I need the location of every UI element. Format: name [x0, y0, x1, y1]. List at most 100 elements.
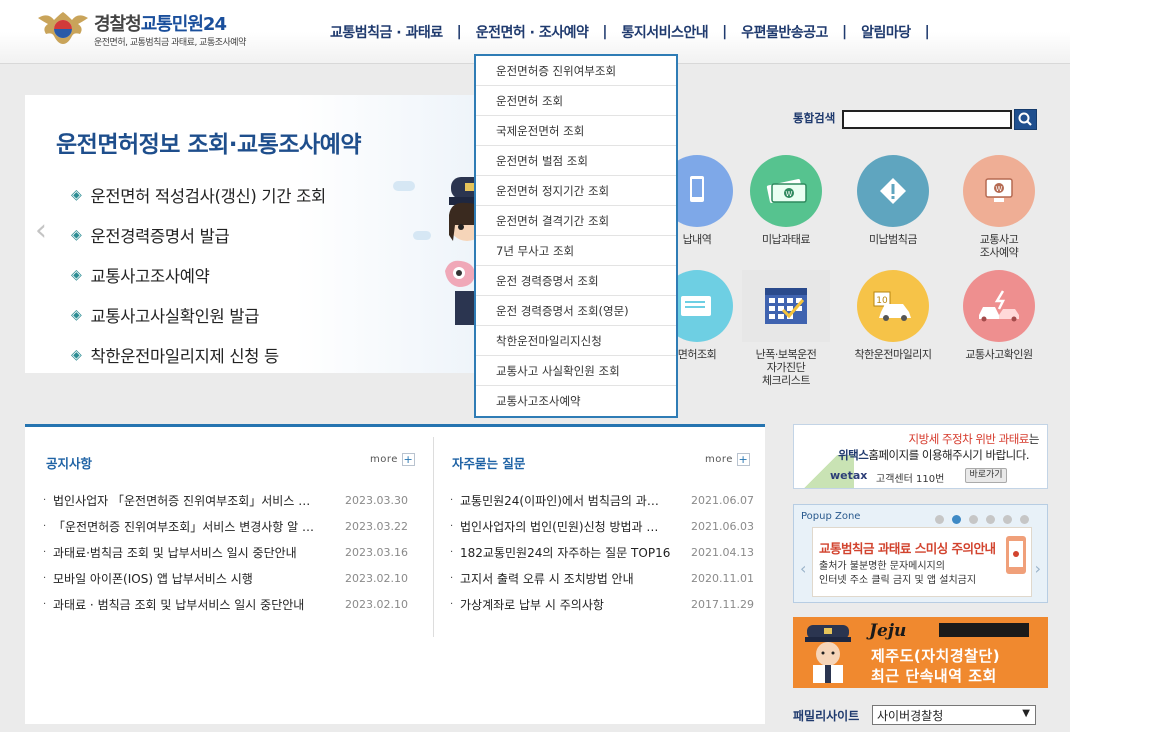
quick-unpaid-penalty[interactable]: 미납범칙금 — [839, 155, 947, 246]
faq-title[interactable]: 자주묻는 질문 — [452, 453, 525, 472]
faq-item-title: 가상계좌로 납부 시 주의사항 — [460, 597, 604, 612]
dropdown-item[interactable]: 운전면허 정지기간 조회 — [476, 176, 676, 206]
notice-item[interactable]: · 과태료·범칙금 조회 및 납부서비스 일시 중단안내 2023.03.16 — [43, 539, 418, 565]
dropdown-item[interactable]: 운전 경력증명서 조회 — [476, 266, 676, 296]
more-label: more — [705, 454, 733, 465]
hero-prev-arrow-icon[interactable]: ‹ — [35, 213, 47, 248]
hero-service-item[interactable]: ◈ 교통사고사실확인원 발급 — [71, 295, 326, 335]
bullet-icon: · — [450, 494, 454, 506]
pager-dot[interactable] — [935, 515, 944, 524]
notice-item[interactable]: · 모바일 아이폰(IOS) 앱 납부서비스 시행 2023.02.10 — [43, 565, 418, 591]
faq-item[interactable]: · 가상계좌로 납부 시 주의사항 2017.11.29 — [450, 591, 755, 617]
quick-good-driving-mileage[interactable]: 10 착한운전마일리지 — [839, 270, 947, 361]
faq-more-button[interactable]: more + — [705, 453, 750, 466]
nav-license[interactable]: 운전면허 · 조사예약 — [476, 22, 589, 42]
bullet-icon: · — [450, 546, 454, 558]
faq-item[interactable]: · 182교통민원24의 자주하는 질문 TOP16 2021.04.13 — [450, 539, 755, 565]
nav-notice-board[interactable]: 알림마당 — [861, 22, 911, 42]
quick-accident-reservation[interactable]: W 교통사고 조사예약 — [945, 155, 1053, 259]
crash-icon — [979, 290, 1019, 322]
pager-dot[interactable] — [1020, 515, 1029, 524]
notice-item[interactable]: · 법인사업자 「운전면허증 진위여부조회」서비스 … 2023.03.30 — [43, 487, 418, 513]
popup-headline: 교통범칙금 과태료 스미싱 주의안내 — [819, 541, 996, 556]
nav-separator: | — [456, 24, 462, 40]
popup-next-arrow-icon[interactable]: › — [1035, 559, 1041, 578]
popup-zone-pager — [927, 515, 1029, 524]
quick-accident-certificate[interactable]: 교통사고확인원 — [945, 270, 1053, 361]
nav-notification[interactable]: 통지서비스안내 — [621, 22, 708, 42]
smartphone-icon — [1006, 536, 1026, 574]
quick-unpaid-fines[interactable]: W 미납과태료 — [732, 155, 840, 246]
faq-item[interactable]: · 고지서 출력 오류 시 조치방법 안내 2020.11.01 — [450, 565, 755, 591]
dropdown-item[interactable]: 교통사고조사예약 — [476, 386, 676, 416]
faq-item-date: 2021.06.07 — [691, 493, 754, 507]
wetax-banner[interactable]: 지방세 주정차 위반 과태료는 위택스홈페이지를 이용해주시기 바랍니다. we… — [793, 424, 1048, 489]
notice-item-title: 모바일 아이폰(IOS) 앱 납부서비스 시행 — [53, 571, 253, 586]
org-name-blue: 교통민원24 — [140, 14, 227, 35]
faq-item-title: 법인사업자의 법인(민원)신청 방법과 … — [460, 519, 659, 534]
notice-more-button[interactable]: more + — [370, 453, 415, 466]
nav-fines[interactable]: 교통범칙금 · 과태료 — [330, 22, 443, 42]
pager-dot[interactable] — [1003, 515, 1012, 524]
faq-item[interactable]: · 법인사업자의 법인(민원)신청 방법과 … 2021.06.03 — [450, 513, 755, 539]
notice-title[interactable]: 공지사항 — [46, 453, 92, 472]
popup-zone-slide[interactable]: 교통범칙금 과태료 스미싱 주의안내 출처가 불분명한 문자메시지의 인터넷 주소… — [812, 527, 1032, 597]
wetax-line1-rest: 는 — [1028, 432, 1040, 446]
jeju-line2: 최근 단속내역 조회 — [871, 667, 997, 685]
faq-item-date: 2017.11.29 — [691, 597, 754, 611]
jeju-brand: Jeju — [869, 621, 907, 641]
quick-circle: 10 — [857, 270, 929, 342]
popup-zone-title: Popup Zone — [801, 511, 861, 522]
wetax-bold: 위택스 — [838, 448, 869, 462]
search-input[interactable] — [842, 110, 1012, 129]
dropdown-item[interactable]: 운전면허 결격기간 조회 — [476, 206, 676, 236]
board-divider — [433, 437, 434, 637]
notice-item-date: 2023.03.16 — [345, 545, 408, 559]
hero-service-item[interactable]: ◈ 착한운전마일리지제 신청 등 — [71, 335, 326, 373]
dropdown-item[interactable]: 착한운전마일리지신청 — [476, 326, 676, 356]
faq-item[interactable]: · 교통민원24(이파인)에서 범칙금의 과… 2021.06.07 — [450, 487, 755, 513]
jeju-banner[interactable]: Jeju 제주도(자치경찰단) 최근 단속내역 조회 — [793, 617, 1048, 688]
hero-service-item[interactable]: ◈ 운전면허 적성검사(갱신) 기간 조회 — [71, 175, 326, 215]
notice-item[interactable]: · 과태료 · 범칙금 조회 및 납부서비스 일시 중단안내 2023.02.10 — [43, 591, 418, 617]
faq-item-title: 교통민원24(이파인)에서 범칙금의 과… — [460, 493, 659, 508]
wetax-go-button[interactable]: 바로가기 — [965, 468, 1007, 483]
dropdown-item[interactable]: 운전면허 조회 — [476, 86, 676, 116]
popup-text: 출처가 불분명한 문자메시지의 인터넷 주소 클릭 금지 및 앱 설치금지 — [819, 560, 976, 588]
wetax-banner-line2: 위택스홈페이지를 이용해주시기 바랍니다. — [838, 447, 1029, 463]
dropdown-item[interactable]: 운전면허 벌점 조회 — [476, 146, 676, 176]
bullet-icon: · — [450, 598, 454, 610]
dropdown-item[interactable]: 교통사고 사실확인원 조회 — [476, 356, 676, 386]
dropdown-item[interactable]: 운전면허증 진위여부조회 — [476, 56, 676, 86]
dropdown-item[interactable]: 7년 무사고 조회 — [476, 236, 676, 266]
family-site-label: 패밀리사이트 — [793, 709, 860, 723]
pager-dot[interactable] — [969, 515, 978, 524]
nav-license-dropdown: 운전면허증 진위여부조회 운전면허 조회 국제운전면허 조회 운전면허 벌점 조… — [474, 54, 678, 418]
wetax-call-center: 고객센터 110번 — [876, 474, 945, 485]
bullet-icon: · — [43, 572, 47, 584]
notice-item-title: 법인사업자 「운전면허증 진위여부조회」서비스 … — [53, 493, 311, 508]
wetax-highlight: 지방세 주정차 위반 과태료 — [908, 432, 1030, 446]
quick-reckless-driving-checklist[interactable]: 난폭·보복운전 자가진단 체크리스트 — [732, 270, 840, 387]
pager-dot[interactable] — [986, 515, 995, 524]
dropdown-item[interactable]: 국제운전면허 조회 — [476, 116, 676, 146]
search-button[interactable] — [1014, 109, 1037, 130]
org-name-gray: 경찰청 — [94, 14, 142, 35]
plus-icon: + — [401, 453, 415, 466]
popup-text-line1: 출처가 불분명한 문자메시지의 — [819, 561, 945, 572]
notice-item[interactable]: · 「운전면허증 진위여부조회」서비스 변경사항 알 … 2023.03.22 — [43, 513, 418, 539]
popup-prev-arrow-icon[interactable]: ‹ — [800, 559, 806, 578]
nav-returned-mail[interactable]: 우편물반송공고 — [741, 22, 828, 42]
diamond-bullet-icon: ◈ — [71, 267, 82, 283]
bullet-icon: · — [450, 520, 454, 532]
card-icon — [681, 296, 711, 316]
calendar-icon — [765, 288, 807, 324]
pager-dot-active[interactable] — [952, 515, 961, 524]
hero-service-item[interactable]: ◈ 운전경력증명서 발급 — [71, 215, 326, 255]
hero-service-item[interactable]: ◈ 교통사고조사예약 — [71, 255, 326, 295]
hero-slider: 운전면허정보 조회·교통조사예약 ◈ 운전면허 적성검사(갱신) 기간 조회 ◈ 운… — [25, 95, 480, 373]
family-site-select[interactable]: 사이버경찰청 ▼ — [872, 705, 1036, 725]
site-logo[interactable]: 경찰청교통민원24 운전면허, 교통범칙금 과태료, 교통조사예약 — [34, 10, 264, 50]
dropdown-item[interactable]: 운전 경력증명서 조회(영문) — [476, 296, 676, 326]
notice-item-title: 과태료·범칙금 조회 및 납부서비스 일시 중단안내 — [53, 545, 297, 560]
